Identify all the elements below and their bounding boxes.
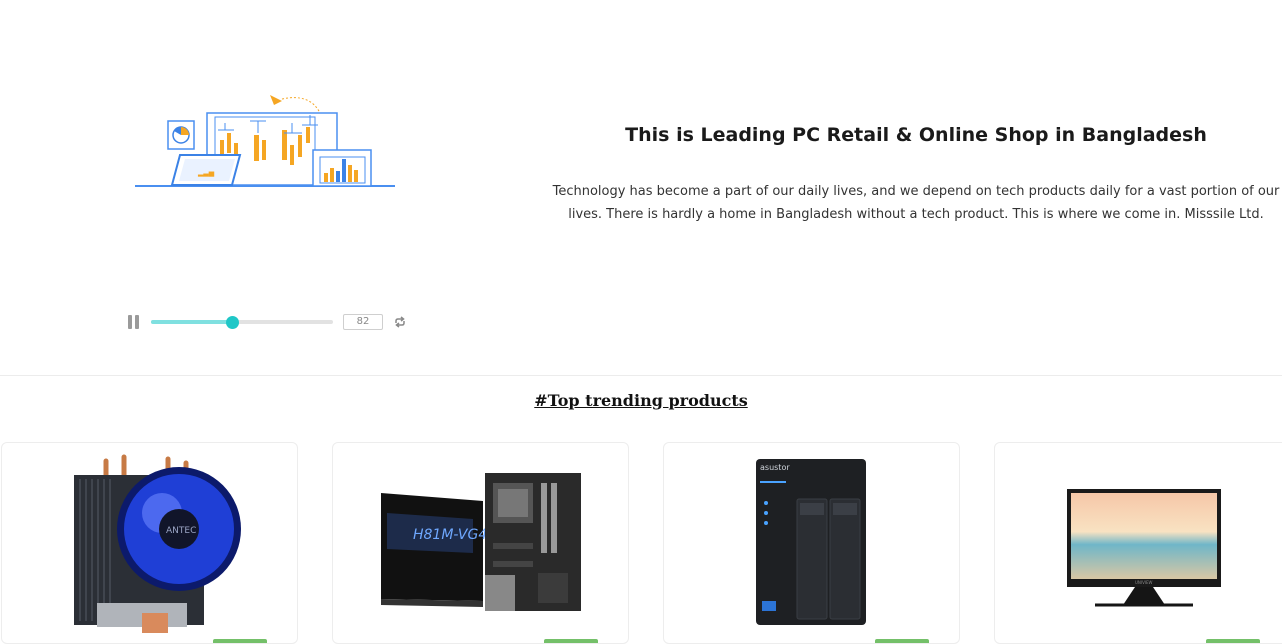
product-badge <box>1206 639 1260 643</box>
nas-device-icon[interactable]: asustor <box>664 443 959 634</box>
monitor-icon[interactable]: UNIVIEW <box>995 443 1282 634</box>
product-card[interactable]: asustor <box>663 442 960 644</box>
data-analytics-illustration: ▂▃▅ <box>130 85 400 195</box>
product-card[interactable]: ANTEC <box>1 442 298 644</box>
product-badge <box>544 639 598 643</box>
svg-text:H81M-VG4: H81M-VG4 <box>413 527 487 543</box>
hero-description: Technology has become a part of our dail… <box>552 184 1280 222</box>
animation-player: 82 <box>125 310 425 334</box>
slider-thumb[interactable] <box>226 315 240 329</box>
loop-icon[interactable] <box>392 314 408 330</box>
trending-title-link[interactable]: #Top trending products <box>534 391 747 410</box>
product-card[interactable]: UNIVIEW <box>994 442 1282 644</box>
svg-text:ANTEC: ANTEC <box>166 526 196 536</box>
animation-progress-slider[interactable] <box>151 315 333 329</box>
product-badge <box>875 639 929 643</box>
cpu-cooler-icon[interactable]: ANTEC <box>2 443 297 634</box>
svg-text:▂▃▅: ▂▃▅ <box>197 169 215 177</box>
svg-text:asustor: asustor <box>760 463 790 472</box>
slider-fill <box>151 320 233 324</box>
frame-number-field[interactable]: 82 <box>343 314 383 330</box>
product-badge <box>213 639 267 643</box>
section-divider <box>0 375 1282 376</box>
product-card[interactable]: H81M-VG4 <box>332 442 629 644</box>
hero-section: ▂▃▅ 82 This is Leading PC Retail & Onlin… <box>0 0 1282 375</box>
trending-section-title: #Top trending products <box>0 390 1282 411</box>
motherboard-icon[interactable]: H81M-VG4 <box>333 443 628 634</box>
hero-title: This is Leading PC Retail & Online Shop … <box>625 124 1207 146</box>
pause-icon[interactable] <box>128 315 140 329</box>
svg-text:UNIVIEW: UNIVIEW <box>1135 580 1153 585</box>
